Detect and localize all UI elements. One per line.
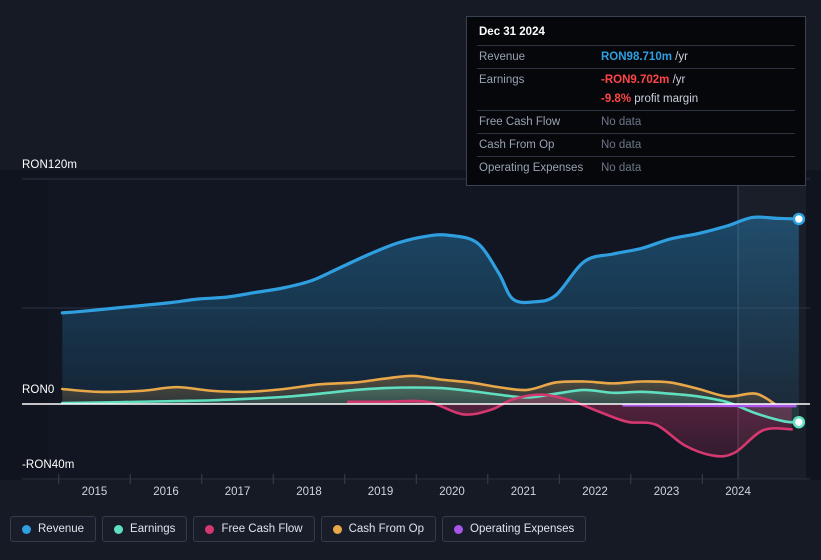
series-endpoint-marker bbox=[792, 212, 806, 226]
x-axis-tick-2018: 2018 bbox=[296, 486, 322, 498]
tooltip-rows: Revenue RON98.710m /yr Earnings -RON9.702m … bbox=[477, 45, 795, 179]
x-axis-tick-2020: 2020 bbox=[439, 486, 465, 498]
y-axis-label-bottom: -RON40m bbox=[22, 459, 75, 471]
tooltip-row-key: Operating Expenses bbox=[479, 162, 584, 174]
x-axis-tick-2016: 2016 bbox=[153, 486, 179, 498]
tooltip-row-key: Free Cash Flow bbox=[479, 116, 561, 128]
series-line bbox=[622, 403, 797, 408]
x-axis-tick-2019: 2019 bbox=[367, 486, 394, 498]
tooltip-row-value: -9.8% profit margin bbox=[601, 93, 699, 105]
tooltip-row-key: Earnings bbox=[479, 74, 525, 86]
tooltip-row: Revenue RON98.710m /yr bbox=[477, 45, 795, 68]
tooltip-title: Dec 31 2024 bbox=[479, 26, 545, 38]
tooltip-row: Earnings -RON9.702m /yr bbox=[477, 68, 795, 91]
x-axis-tick-2015: 2015 bbox=[81, 486, 108, 498]
legend-item-label: Earnings bbox=[130, 523, 176, 535]
x-axis-tick-2022: 2022 bbox=[582, 486, 608, 498]
legend-swatch-icon bbox=[114, 524, 124, 534]
tooltip-row: -9.8% profit margin bbox=[477, 91, 795, 110]
data-tooltip: Dec 31 2024 Revenue RON98.710m /yr Earning… bbox=[466, 16, 806, 186]
legend-item-operating-expenses[interactable]: Operating Expenses bbox=[442, 516, 587, 542]
tooltip-row: Cash From Op No data bbox=[477, 133, 795, 156]
legend-item-label: Cash From Op bbox=[348, 523, 425, 535]
legend-swatch-icon bbox=[454, 524, 464, 534]
legend-item-label: Revenue bbox=[38, 523, 85, 535]
x-axis-tick-2023: 2023 bbox=[653, 486, 680, 498]
tooltip-row: Operating Expenses No data bbox=[477, 156, 795, 179]
legend-swatch-icon bbox=[22, 524, 31, 534]
x-axis-tick-2017: 2017 bbox=[224, 486, 251, 498]
tooltip-row-value: -RON9.702m /yr bbox=[601, 74, 686, 86]
legend-item-label: Operating Expenses bbox=[470, 523, 575, 535]
chart-legend[interactable]: Revenue Earnings Free Cash Flow Cash From O… bbox=[10, 516, 587, 542]
x-axis-tick-2024: 2024 bbox=[725, 486, 751, 498]
legend-swatch-icon bbox=[332, 524, 342, 534]
tooltip-row-key: Revenue bbox=[479, 51, 526, 63]
y-axis-label-top: RON120m bbox=[22, 159, 78, 171]
legend-item-label: Free Cash Flow bbox=[221, 523, 303, 535]
financial-chart: RON120m RON0 -RON40m 2015 2016 2017 2018 201… bbox=[0, 0, 821, 560]
legend-item-revenue[interactable]: Revenue bbox=[10, 516, 97, 542]
legend-item-earnings[interactable]: Earnings bbox=[102, 516, 188, 542]
tooltip-row-value: No data bbox=[601, 116, 642, 128]
legend-item-free-cash-flow[interactable]: Free Cash Flow bbox=[193, 516, 315, 542]
tooltip-row-key: Cash From Op bbox=[479, 139, 555, 151]
legend-swatch-icon bbox=[205, 524, 215, 534]
x-axis-tick-2021: 2021 bbox=[510, 486, 537, 498]
y-axis-label-zero: RON0 bbox=[22, 384, 55, 396]
series-endpoint-marker bbox=[792, 415, 806, 429]
legend-item-cash-from-op[interactable]: Cash From Op bbox=[320, 516, 437, 542]
tooltip-row: Free Cash Flow No data bbox=[477, 110, 795, 133]
tooltip-row-value: RON98.710m /yr bbox=[601, 51, 688, 63]
tooltip-row-value: No data bbox=[601, 139, 642, 151]
tooltip-row-value: No data bbox=[601, 162, 642, 174]
